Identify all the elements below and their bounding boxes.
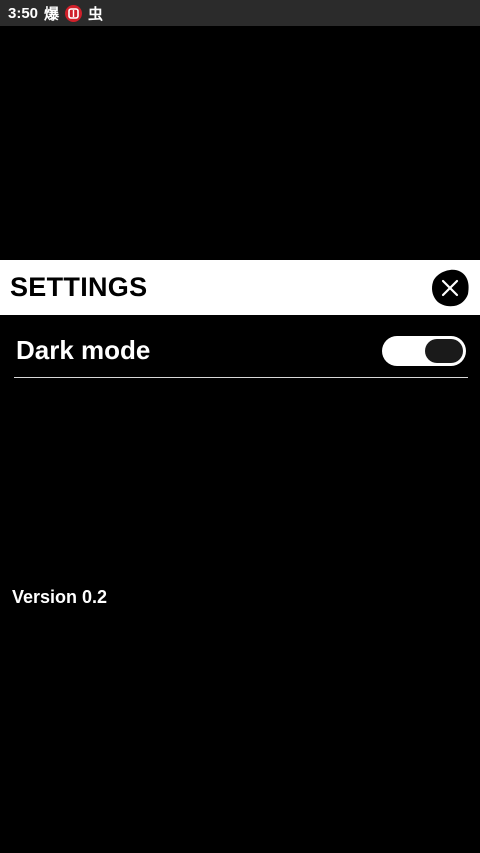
close-icon xyxy=(432,269,469,306)
notification-app-icon: 爆 xyxy=(44,5,60,23)
notification-red-badge-icon xyxy=(65,4,83,22)
settings-header: SETTINGS xyxy=(0,260,480,315)
app-screen: 3:50 爆 虫 SETTINGS Dark mode Version 0.2 xyxy=(0,0,480,853)
status-bar: 3:50 爆 虫 xyxy=(0,0,480,26)
notification-bug-icon: 虫 xyxy=(88,5,104,23)
page-title: SETTINGS xyxy=(10,272,148,302)
setting-row-dark-mode: Dark mode xyxy=(14,330,468,378)
toggle-knob xyxy=(425,338,463,363)
version-label: Version 0.2 xyxy=(12,587,108,607)
close-button[interactable] xyxy=(430,268,470,308)
dark-mode-label: Dark mode xyxy=(16,335,151,365)
dark-mode-toggle[interactable] xyxy=(382,335,466,366)
status-time: 3:50 xyxy=(8,4,39,22)
